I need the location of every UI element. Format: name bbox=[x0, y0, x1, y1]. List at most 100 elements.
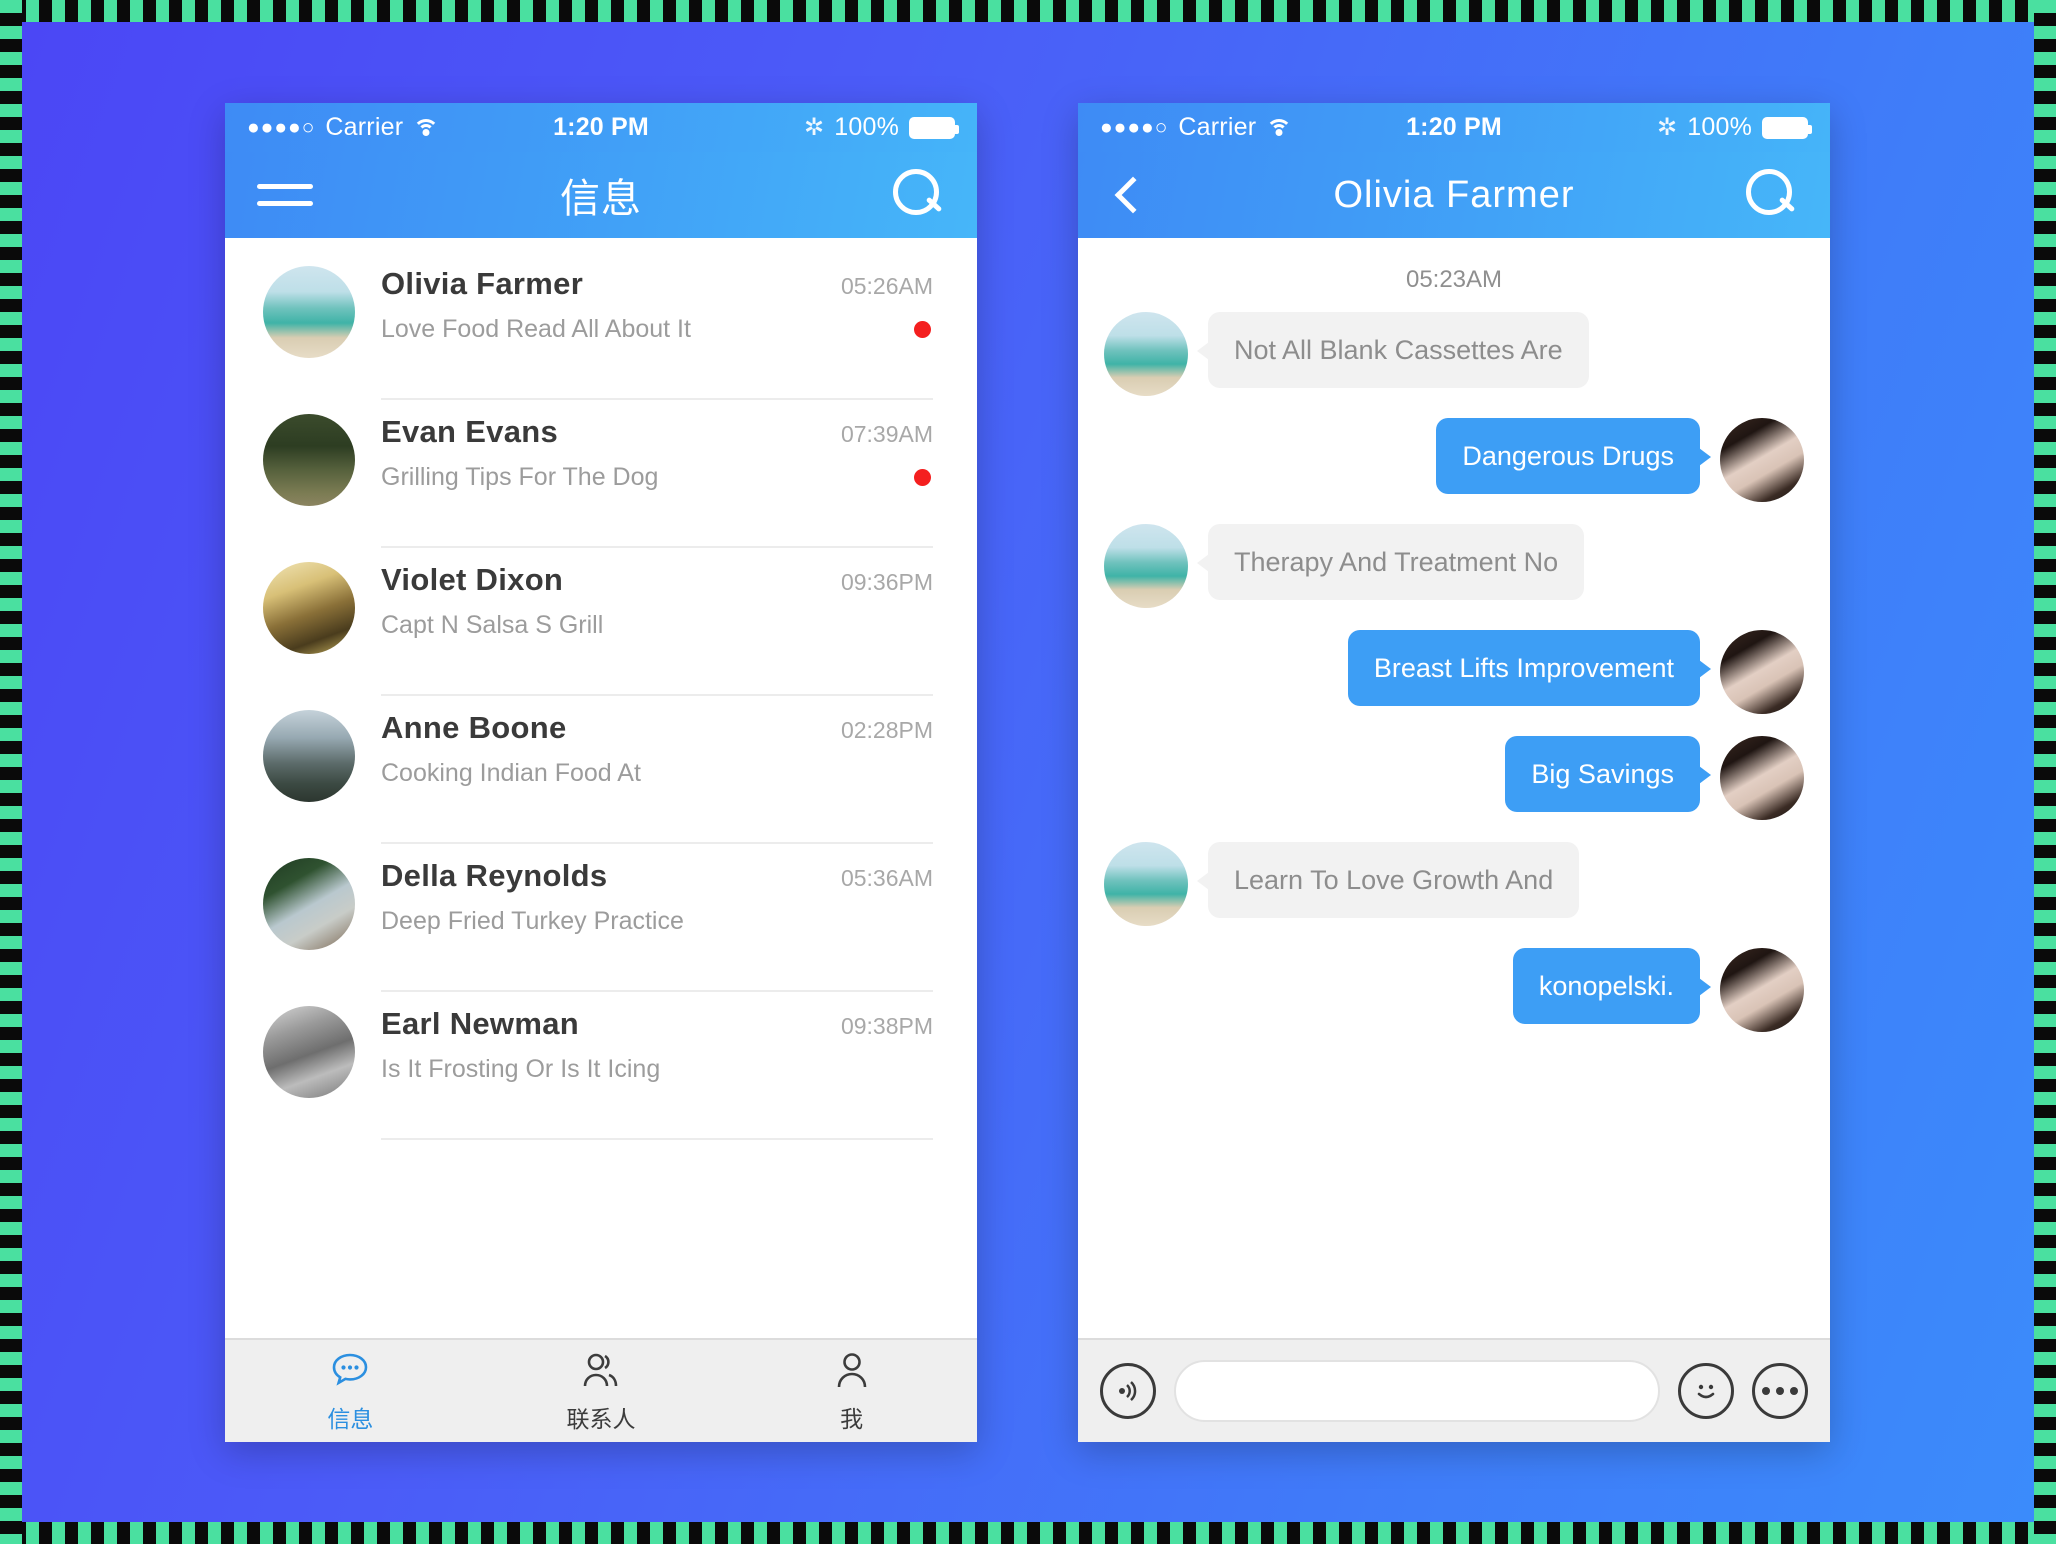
bluetooth-icon: ✲ bbox=[803, 114, 825, 141]
message-bubble[interactable]: Big Savings bbox=[1505, 736, 1711, 813]
message-time: 07:39AM bbox=[840, 421, 933, 447]
nav-left-slot bbox=[1110, 176, 1206, 214]
status-bar-left: ●●●●○ Carrier bbox=[1100, 113, 1406, 142]
decorative-frame-top bbox=[0, 0, 2056, 22]
phone-messages-screen: ●●●●○ Carrier 1:20 PM ✲ 100% 信息 Olivia F… bbox=[225, 103, 977, 1442]
chat-message-me: Dangerous Drugs bbox=[1104, 418, 1804, 502]
smiley-face-icon[interactable] bbox=[1678, 1363, 1734, 1419]
carrier-label: Carrier bbox=[325, 113, 404, 141]
back-chevron-icon[interactable] bbox=[1114, 176, 1152, 214]
message-bubble[interactable]: Dangerous Drugs bbox=[1436, 418, 1711, 495]
chat-message-them: Therapy And Treatment No bbox=[1104, 524, 1804, 608]
tab-label: 联系人 bbox=[566, 1406, 636, 1432]
unread-badge bbox=[914, 469, 931, 486]
avatar bbox=[263, 858, 355, 950]
status-bar: ●●●●○ Carrier 1:20 PM ✲ 100% bbox=[225, 103, 977, 152]
message-preview: Capt N Salsa S Grill bbox=[381, 611, 604, 639]
chat-input-bar bbox=[1078, 1338, 1830, 1442]
conversation-row[interactable]: Violet Dixon 09:36PM Capt N Salsa S Grill bbox=[225, 548, 977, 696]
chat-thread[interactable]: 05:23AM Not All Blank Cassettes Are Dange… bbox=[1078, 238, 1830, 1338]
message-preview: Love Food Read All About It bbox=[381, 315, 691, 343]
nav-bar-messages: 信息 bbox=[225, 152, 977, 238]
chat-message-me: Breast Lifts Improvement bbox=[1104, 630, 1804, 714]
contact-name: Anne Boone bbox=[381, 710, 567, 745]
conversation-row[interactable]: Anne Boone 02:28PM Cooking Indian Food At bbox=[225, 696, 977, 844]
tab-me[interactable]: 我 bbox=[726, 1340, 977, 1442]
status-bar-clock: 1:20 PM bbox=[553, 113, 649, 141]
person-icon bbox=[829, 1348, 875, 1394]
message-bubble[interactable]: Not All Blank Cassettes Are bbox=[1197, 312, 1589, 389]
message-avatar bbox=[1104, 524, 1188, 608]
more-options-icon[interactable] bbox=[1752, 1363, 1808, 1419]
tab-label: 我 bbox=[840, 1406, 864, 1432]
nav-right-slot bbox=[849, 169, 945, 221]
message-preview: Deep Fried Turkey Practice bbox=[381, 907, 684, 935]
status-bar-left: ●●●●○ Carrier bbox=[247, 113, 553, 142]
battery-icon bbox=[909, 116, 960, 139]
status-bar-clock: 1:20 PM bbox=[1406, 113, 1502, 141]
signal-strength-dots: ●●●●○ bbox=[1100, 116, 1169, 139]
decorative-frame-right bbox=[2034, 0, 2056, 1544]
conversation-row[interactable]: Della Reynolds 05:36AM Deep Fried Turkey P… bbox=[225, 844, 977, 992]
contact-name: Olivia Farmer bbox=[381, 266, 584, 301]
chat-message-list: Not All Blank Cassettes Are Dangerous Dru… bbox=[1104, 312, 1804, 1032]
conversation-body: Violet Dixon 09:36PM Capt N Salsa S Grill bbox=[381, 548, 933, 696]
message-bubble[interactable]: Learn To Love Growth And bbox=[1196, 842, 1580, 919]
decorative-frame-bottom bbox=[0, 1522, 2056, 1544]
chat-bubble-icon bbox=[327, 1348, 373, 1394]
nav-right-slot bbox=[1702, 169, 1798, 221]
page-title: 信息 bbox=[560, 177, 642, 221]
phone-chat-screen: ●●●●○ Carrier 1:20 PM ✲ 100% Olivia Farm… bbox=[1078, 103, 1830, 1442]
message-avatar bbox=[1104, 842, 1188, 926]
carrier-label: Carrier bbox=[1178, 113, 1257, 141]
chat-message-them: Learn To Love Growth And bbox=[1104, 842, 1804, 926]
avatar bbox=[263, 414, 355, 506]
conversation-row[interactable]: Olivia Farmer 05:26AM Love Food Read All A… bbox=[225, 252, 977, 400]
avatar bbox=[263, 562, 355, 654]
conversation-body: Anne Boone 02:28PM Cooking Indian Food At bbox=[381, 696, 933, 844]
message-time: 09:36PM bbox=[840, 569, 933, 595]
chat-contact-title: Olivia Farmer bbox=[1333, 173, 1575, 216]
voice-record-icon[interactable] bbox=[1100, 1363, 1156, 1419]
decorative-frame-left bbox=[0, 0, 22, 1544]
contact-name: Earl Newman bbox=[381, 1006, 579, 1041]
message-bubble[interactable]: konopelski. bbox=[1512, 948, 1712, 1025]
message-preview: Is It Frosting Or Is It Icing bbox=[381, 1055, 661, 1083]
contact-name: Della Reynolds bbox=[381, 858, 608, 893]
avatar bbox=[263, 710, 355, 802]
status-bar-right: ✲ 100% bbox=[649, 113, 960, 142]
message-time: 05:26AM bbox=[840, 273, 933, 299]
status-bar: ●●●●○ Carrier 1:20 PM ✲ 100% bbox=[1078, 103, 1830, 152]
message-time: 05:36AM bbox=[840, 865, 933, 891]
bottom-tab-bar[interactable]: 信息 联系人 我 bbox=[225, 1338, 977, 1442]
wifi-icon bbox=[1266, 118, 1293, 137]
conversation-row[interactable]: Evan Evans 07:39AM Grilling Tips For The D… bbox=[225, 400, 977, 548]
battery-percent-label: 100% bbox=[834, 113, 900, 141]
message-avatar bbox=[1104, 312, 1188, 396]
battery-percent-label: 100% bbox=[1687, 113, 1753, 141]
tab-contacts[interactable]: 联系人 bbox=[476, 1340, 727, 1442]
hamburger-menu-icon[interactable] bbox=[257, 184, 313, 206]
message-preview: Grilling Tips For The Dog bbox=[381, 463, 659, 491]
signal-strength-dots: ●●●●○ bbox=[247, 116, 316, 139]
chat-message-input[interactable] bbox=[1174, 1360, 1660, 1422]
tab-messages[interactable]: 信息 bbox=[225, 1340, 476, 1442]
conversation-body: Evan Evans 07:39AM Grilling Tips For The D… bbox=[381, 400, 933, 548]
status-bar-right: ✲ 100% bbox=[1502, 113, 1813, 142]
avatar bbox=[263, 266, 355, 358]
conversation-row[interactable]: Earl Newman 09:38PM Is It Frosting Or Is I… bbox=[225, 992, 977, 1140]
search-icon[interactable] bbox=[1746, 169, 1798, 221]
chat-message-me: konopelski. bbox=[1104, 948, 1804, 1032]
search-icon[interactable] bbox=[893, 169, 945, 221]
nav-bar-chat: Olivia Farmer bbox=[1078, 152, 1830, 238]
tab-label: 信息 bbox=[327, 1406, 374, 1432]
message-preview: Cooking Indian Food At bbox=[381, 759, 641, 787]
message-avatar bbox=[1720, 948, 1804, 1032]
message-bubble[interactable]: Therapy And Treatment No bbox=[1196, 524, 1585, 601]
message-avatar bbox=[1720, 630, 1804, 714]
message-avatar bbox=[1720, 736, 1804, 820]
battery-icon bbox=[1762, 116, 1813, 139]
nav-left-slot bbox=[257, 184, 353, 206]
message-bubble[interactable]: Breast Lifts Improvement bbox=[1347, 630, 1712, 707]
conversation-list[interactable]: Olivia Farmer 05:26AM Love Food Read All A… bbox=[225, 238, 977, 1338]
